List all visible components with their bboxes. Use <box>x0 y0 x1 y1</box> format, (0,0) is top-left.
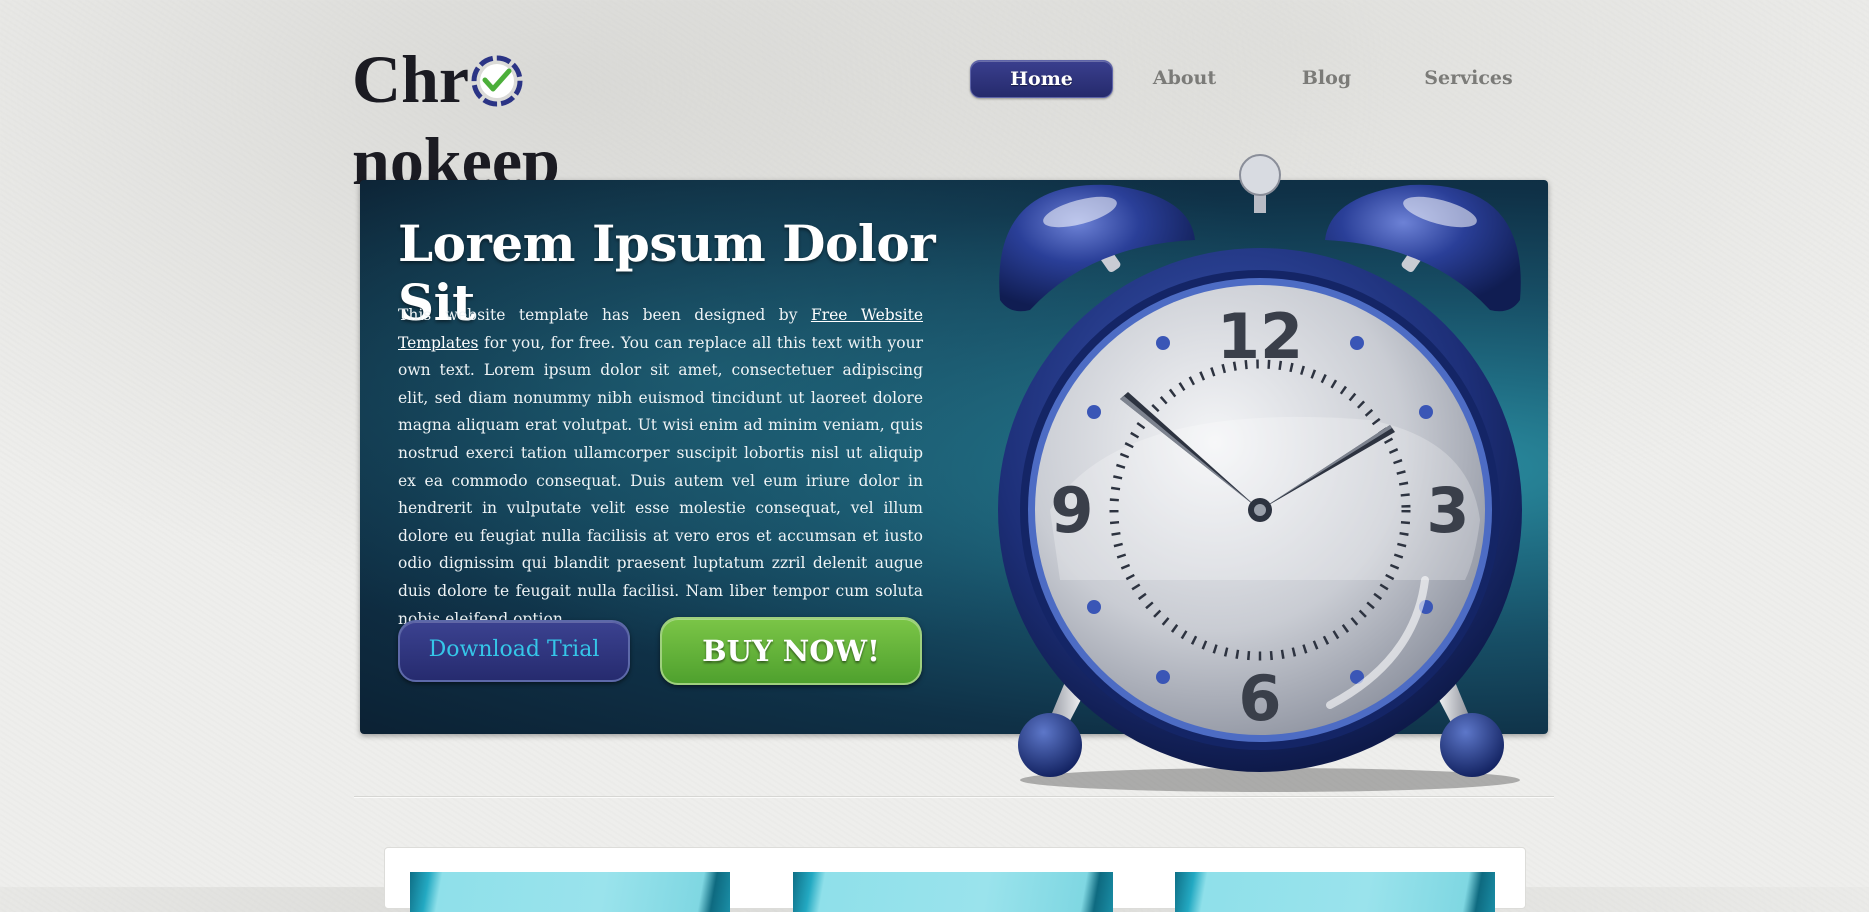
logo-check-icon <box>469 38 525 120</box>
feature-thumbnail-2[interactable] <box>793 872 1113 912</box>
feature-thumbnail-1[interactable] <box>410 872 730 912</box>
clock-numeral-3: 3 <box>1426 474 1469 547</box>
section-divider <box>354 796 1554 797</box>
clock-numeral-9: 9 <box>1050 474 1093 547</box>
clock-numeral-6: 6 <box>1238 662 1281 735</box>
hero-banner: Lorem Ipsum Dolor Sit This website templ… <box>360 154 1548 792</box>
feature-thumbnail-3[interactable] <box>1175 872 1495 912</box>
hero-text-intro: This website template has been designed … <box>398 306 811 324</box>
clock-numeral-12: 12 <box>1217 300 1303 373</box>
logo[interactable]: Chr nokeep <box>352 38 732 199</box>
logo-text-start: Chr <box>352 41 470 117</box>
nav-about[interactable]: About <box>1113 60 1256 98</box>
nav-blog[interactable]: Blog <box>1255 60 1398 98</box>
features-panel <box>384 847 1526 912</box>
download-trial-button[interactable]: Download Trial <box>398 620 630 682</box>
main-nav: Home About Blog Services <box>970 60 1540 98</box>
alarm-clock-icon: 12 3 6 9 <box>998 154 1522 792</box>
buy-now-button[interactable]: BUY NOW! <box>660 617 922 685</box>
hero-text-body: for you, for free. You can replace all t… <box>398 333 923 628</box>
hero-paragraph: This website template has been designed … <box>398 302 923 633</box>
nav-services[interactable]: Services <box>1397 60 1540 98</box>
nav-home[interactable]: Home <box>970 60 1113 98</box>
